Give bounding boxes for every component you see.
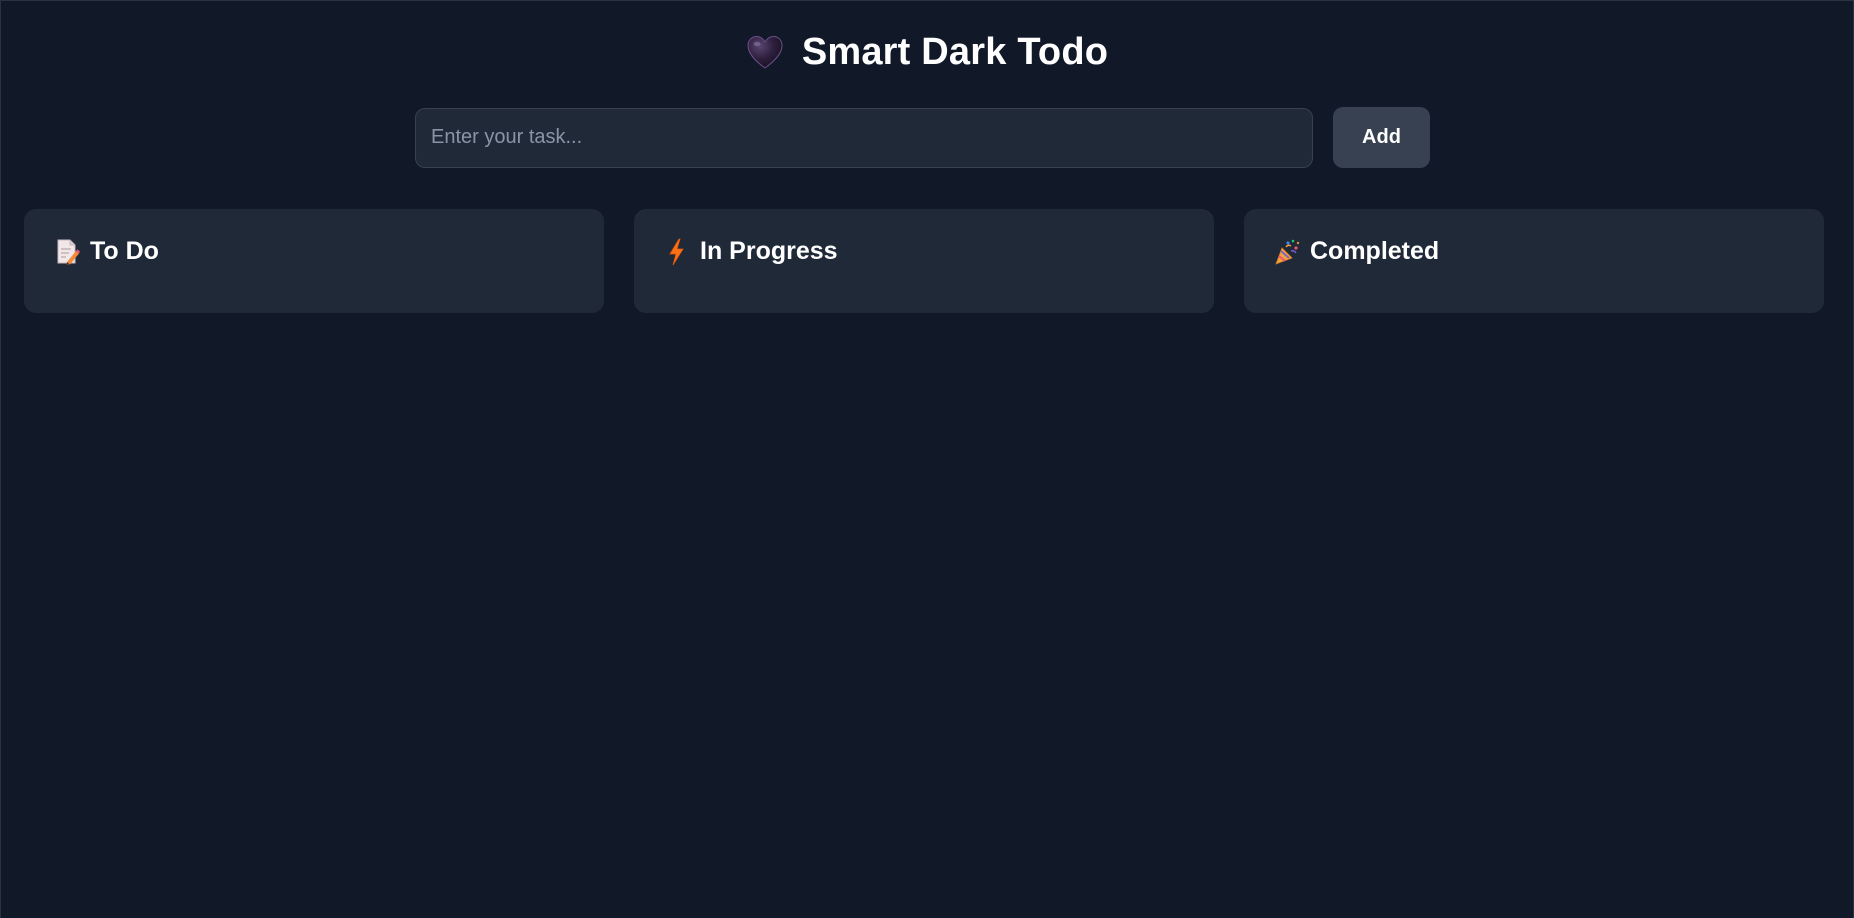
column-header: Completed — [1274, 237, 1794, 266]
add-button[interactable]: Add — [1333, 107, 1430, 168]
task-form: Add — [415, 107, 1430, 168]
page-title: Smart Dark Todo — [801, 31, 1109, 73]
column-title: Completed — [1310, 237, 1440, 265]
party-popper-icon — [1274, 238, 1300, 266]
app-window: Smart Dark Todo Add — [0, 0, 1854, 918]
column-header: In Progress — [664, 237, 1184, 266]
column-title: To Do — [90, 237, 159, 265]
task-input[interactable] — [415, 107, 1313, 168]
column-title: In Progress — [700, 237, 838, 265]
header: Smart Dark Todo — [1, 31, 1853, 74]
column-in-progress[interactable]: In Progress — [634, 209, 1214, 313]
memo-icon — [54, 238, 80, 266]
board-columns: To Do In Progress Completed — [24, 209, 1824, 313]
lightning-icon — [664, 238, 690, 266]
column-completed[interactable]: Completed — [1244, 209, 1824, 313]
black-heart-icon — [746, 34, 784, 72]
column-todo[interactable]: To Do — [24, 209, 604, 313]
column-header: To Do — [54, 237, 574, 266]
